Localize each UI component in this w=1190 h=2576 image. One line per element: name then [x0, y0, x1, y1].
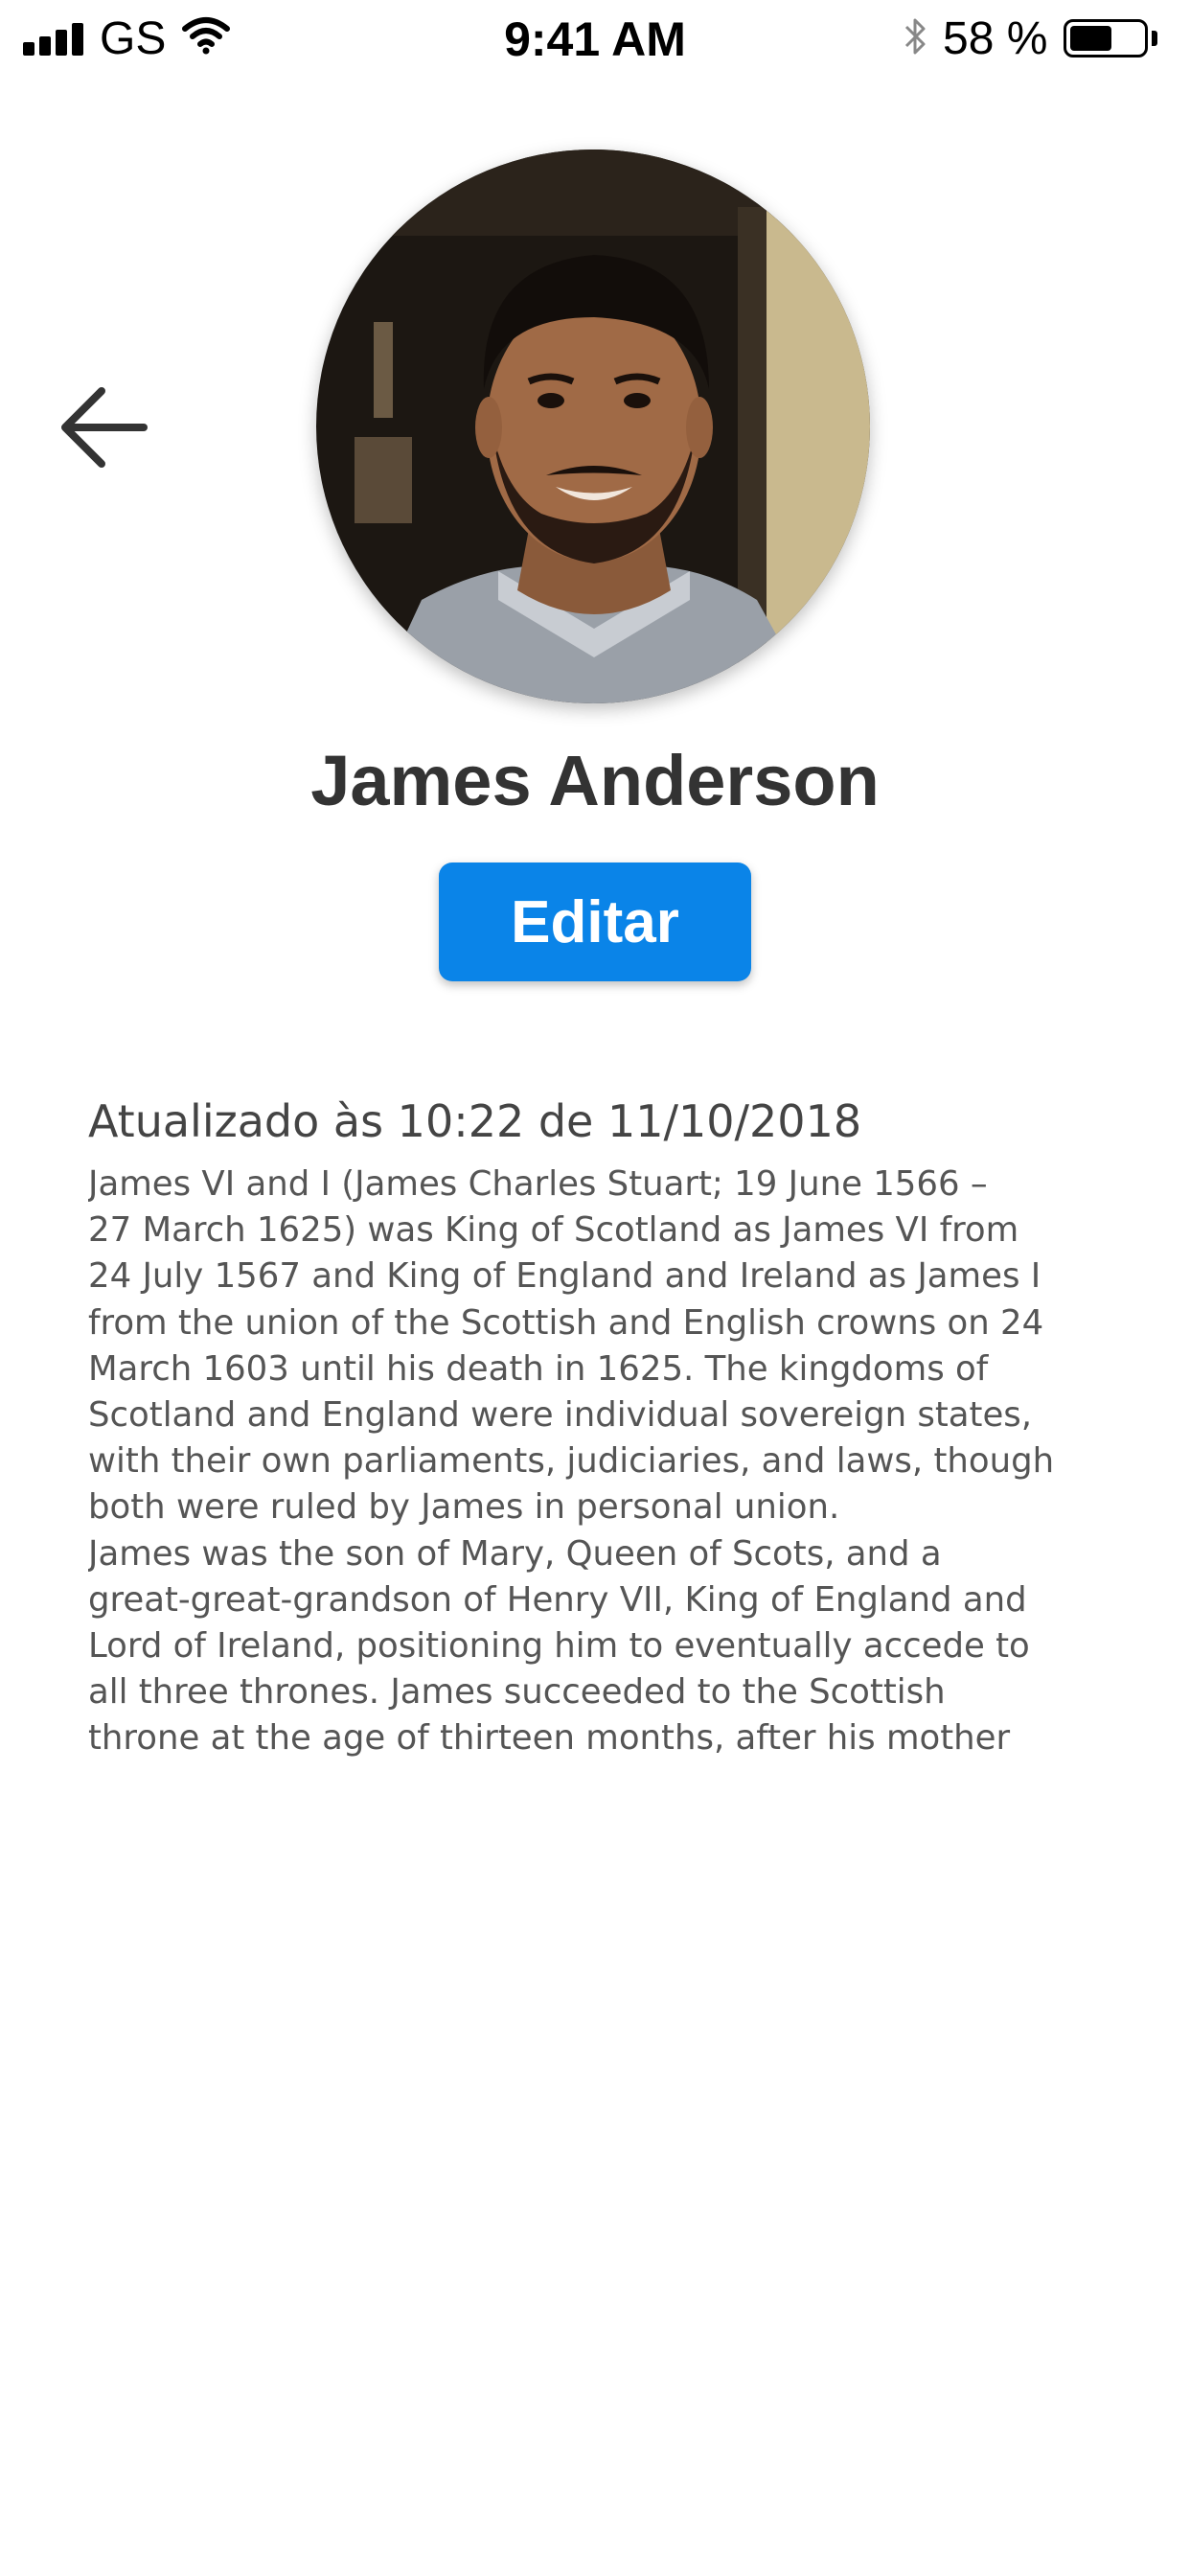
edit-button[interactable]: Editar	[439, 862, 751, 981]
arrow-left-icon	[61, 387, 148, 468]
status-bar: GS 9:41 AM 58 %	[0, 0, 1190, 79]
bluetooth-icon	[904, 18, 926, 55]
bio-text: James VI and I (James Charles Stuart; 19…	[88, 1164, 1055, 1759]
profile-name: James Anderson	[310, 741, 880, 820]
back-button[interactable]	[52, 374, 157, 479]
avatar	[316, 150, 870, 703]
battery-percent: 58 %	[943, 13, 1048, 64]
battery-level	[1070, 26, 1111, 51]
battery-icon	[1064, 19, 1159, 61]
profile-photo	[316, 150, 870, 703]
updated-timestamp: Atualizado às 10:22 de 11/10/2018	[88, 1095, 862, 1147]
